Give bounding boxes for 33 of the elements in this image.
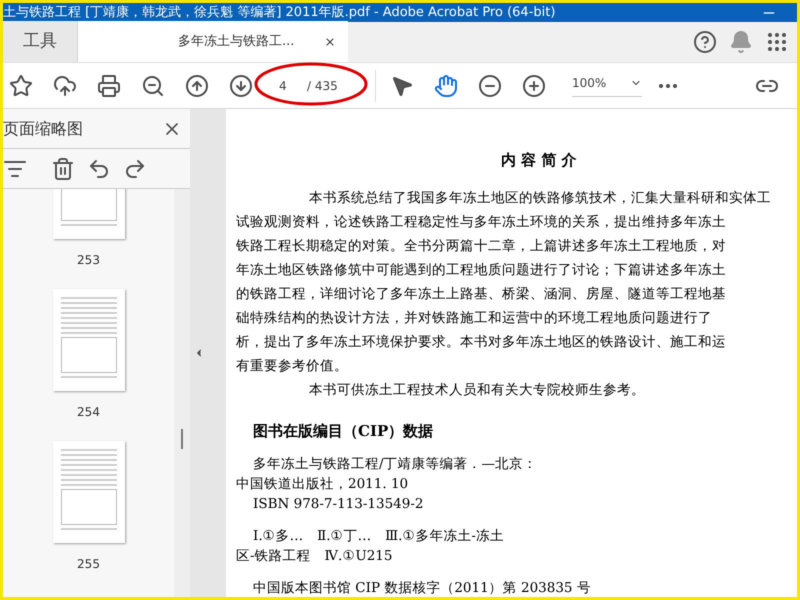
page-number: 253 xyxy=(77,252,100,269)
tab[interactable]: 工具 xyxy=(3,21,78,62)
text-line: 础特殊结构的热设计方法，并对铁路施工和运营中的环境工程地质问题进行了 xyxy=(236,308,712,328)
page-total: / 435 xyxy=(307,78,338,94)
page-thumbnail[interactable] xyxy=(52,289,124,391)
text-line: 中国铁道出版社，2011. 10 xyxy=(236,475,408,494)
text-line: 铁路工程长期稳定的对策。全书分两篇十二章，上篇讲述多年冻土工程地质，对 xyxy=(236,236,726,256)
text-line: ISBN 978-7-113-13549-2 xyxy=(252,495,424,514)
page-number: 255 xyxy=(77,556,100,573)
window-title: 土与铁路工程 [丁靖康，韩龙武，徐兵魁 等编著] 2011年版.pdf - Adobe Acrobat Pro (64-bit) xyxy=(3,4,556,22)
text-line: 有重要参考价值。 xyxy=(236,356,348,376)
text-line: 本书系统总结了我国多年冻土地区的铁路修筑技术，汇集大量科研和实体工 xyxy=(308,188,771,208)
text-line: 析，提出了多年冻土环境保护要求。本书对多年冻土地区的铁路设计、施工和运 xyxy=(236,332,726,352)
section-heading: 图书在版编目（CIP）数据 xyxy=(252,420,434,442)
panel-title: 页面缩略图 xyxy=(3,118,83,140)
text-line: 的铁路工程，详细讨论了多年冻土上路基、桥梁、涵洞、房屋、隧道等工程地基 xyxy=(236,284,726,304)
text-line: 年冻土地区铁路修筑中可能遇到的工程地质问题进行了讨论；下篇讲述多年冻土 xyxy=(236,260,726,280)
text-line: Ⅰ.①多… Ⅱ.①丁… Ⅲ.①多年冻土-冻土 xyxy=(252,527,504,546)
help-icon[interactable] xyxy=(693,30,717,54)
page-thumbnail[interactable] xyxy=(52,441,124,543)
scrollbar[interactable] xyxy=(174,189,190,597)
text-line: 本书可供冻土工程技术人员和有关大专院校师生参考。 xyxy=(308,380,645,400)
tab[interactable]: 多年冻土与铁路工... xyxy=(78,21,348,62)
close-icon[interactable] xyxy=(324,36,336,48)
text-line: 区-铁路工程 Ⅳ.①U215 xyxy=(236,547,392,566)
page-input[interactable]: 4 xyxy=(279,76,295,94)
text-line: 试验观测资料，论述铁路工程稳定性与多年冻土环境的关系，提出维持多年冻土 xyxy=(236,212,726,232)
text-line: 中国版本图书馆 CIP 数据核字（2011）第 203835 号 xyxy=(252,579,591,597)
trash-icon[interactable] xyxy=(51,156,75,180)
page-number: 254 xyxy=(77,404,100,421)
zoom-dropdown[interactable]: 100% xyxy=(572,74,642,97)
text-line: 多年冻土与铁路工程/丁靖康等编著．—北京： xyxy=(252,455,538,474)
section-heading: 内 容 简 介 xyxy=(500,150,578,171)
